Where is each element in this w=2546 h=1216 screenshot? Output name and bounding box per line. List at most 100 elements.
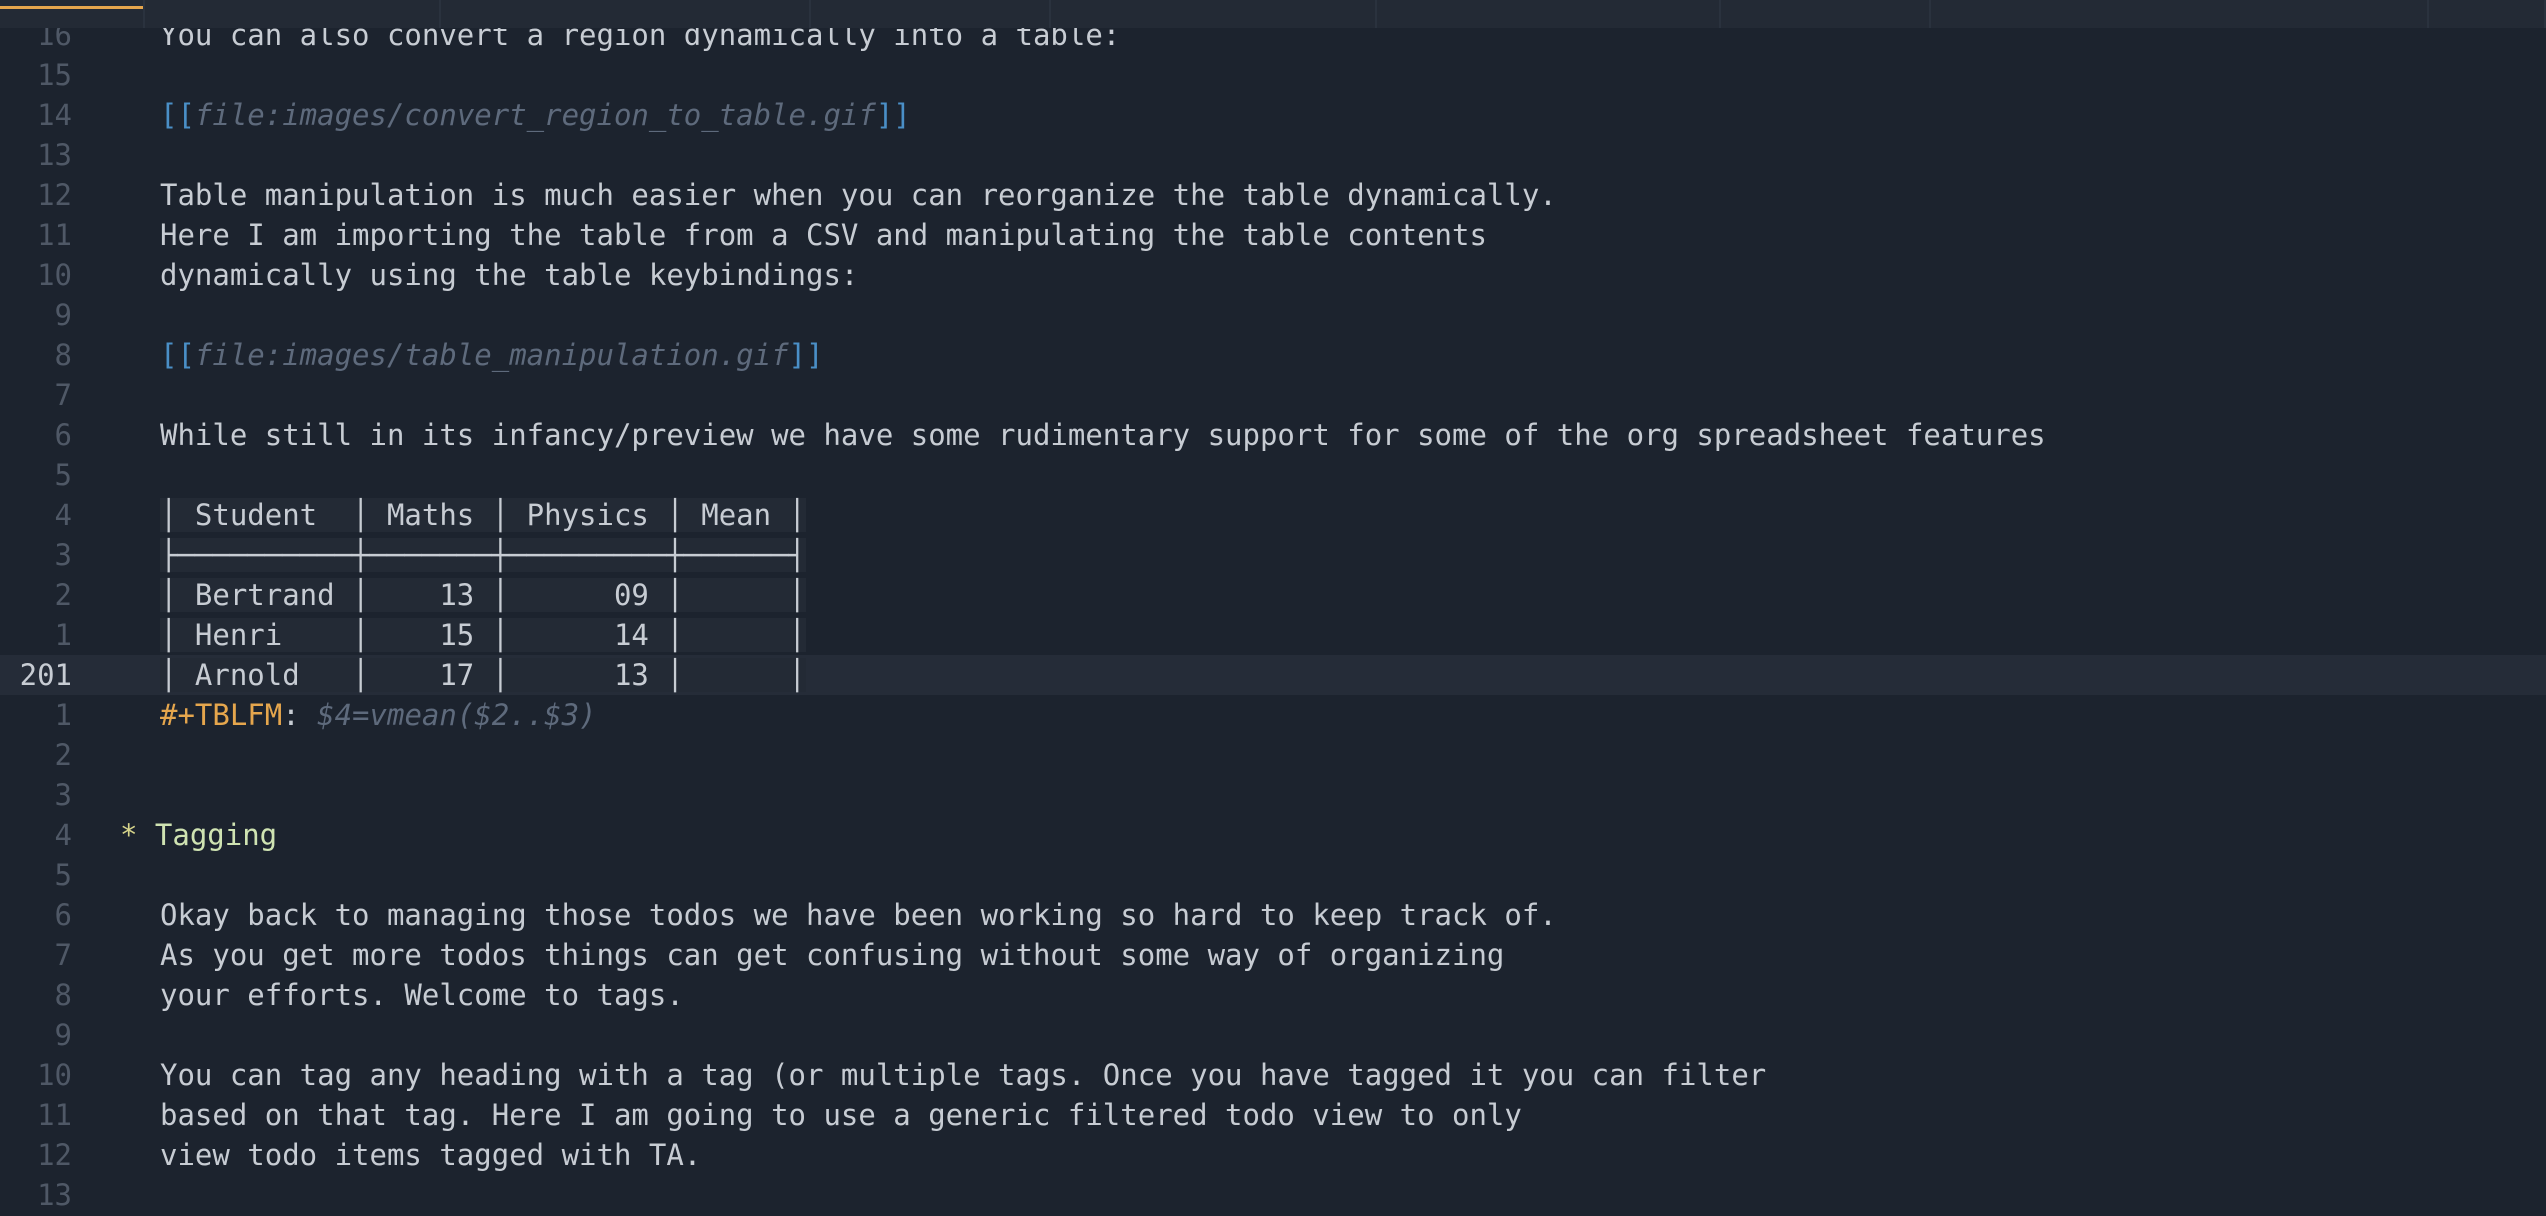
tab-2[interactable] <box>441 0 811 28</box>
editor-line[interactable]: 7 As you get more todos things can get co… <box>0 935 2546 975</box>
link-bracket-close: ]] <box>875 98 911 132</box>
tab-0[interactable] <box>0 0 145 28</box>
line-number: 11 <box>37 218 72 252</box>
line-number: 16 <box>37 28 72 52</box>
line-number: 4 <box>54 818 72 852</box>
editor-line[interactable]: 12 view todo items tagged with TA. <box>0 1135 2546 1175</box>
editor-line[interactable]: 5 <box>0 455 2546 495</box>
link-bracket-open: [[ <box>160 338 195 372</box>
line-number: 2 <box>54 578 72 612</box>
line-content: │ Henri │ 15 │ 14 │ │ <box>160 615 807 655</box>
line-content: #+TBLFM: $4=vmean($2..$3) <box>160 695 597 735</box>
editor-line[interactable]: 3 ├──────────┼───────┼─────────┼──────┤ <box>0 535 2546 575</box>
heading-star: * <box>120 818 155 852</box>
editor-line[interactable]: 2 │ Bertrand │ 13 │ 09 │ │ <box>0 575 2546 615</box>
text-lines: 16 You can also convert a region dynamica… <box>0 28 2546 1215</box>
link-path: file:images/convert_region_to_table.gif <box>194 98 876 132</box>
line-number: 6 <box>54 898 72 932</box>
line-number: 6 <box>54 418 72 452</box>
editor-line[interactable]: 4 * Tagging <box>0 815 2546 855</box>
line-number: 3 <box>54 538 72 572</box>
line-content: your efforts. Welcome to tags. <box>160 975 684 1015</box>
line-number: 5 <box>54 858 72 892</box>
editor-line[interactable]: 16 You can also convert a region dynamica… <box>0 28 2546 55</box>
tblfm-colon: : <box>282 698 318 732</box>
tab-3[interactable] <box>811 0 1051 28</box>
editor-line[interactable]: 10 dynamically using the table keybinding… <box>0 255 2546 295</box>
line-content: based on that tag. Here I am going to us… <box>160 1095 1522 1135</box>
line-number: 8 <box>54 978 72 1012</box>
line-number: 7 <box>54 378 72 412</box>
link-bracket-open: [[ <box>160 98 195 132</box>
editor-line[interactable]: 11 based on that tag. Here I am going to … <box>0 1095 2546 1135</box>
line-text: As you get more todos things can get con… <box>160 938 1505 972</box>
table-row: │ Henri │ 15 │ 14 │ │ <box>160 618 807 652</box>
line-number: 3 <box>54 778 72 812</box>
line-content: │ Student │ Maths │ Physics │ Mean │ <box>160 495 807 535</box>
editor-pane[interactable]: 16 You can also convert a region dynamica… <box>0 28 2546 1216</box>
line-text: Here I am importing the table from a CSV… <box>160 218 1487 252</box>
line-text: Okay back to managing those todos we hav… <box>160 898 1557 932</box>
editor-line[interactable]: 12 Table manipulation is much easier when… <box>0 175 2546 215</box>
line-content: * Tagging <box>120 815 277 855</box>
editor-line[interactable]: 6 Okay back to managing those todos we ha… <box>0 895 2546 935</box>
line-content: Table manipulation is much easier when y… <box>160 175 1557 215</box>
editor-line[interactable]: 5 <box>0 855 2546 895</box>
line-text: Table manipulation is much easier when y… <box>160 178 1557 212</box>
table-row: ├──────────┼───────┼─────────┼──────┤ <box>160 538 807 572</box>
line-content: While still in its infancy/preview we ha… <box>160 415 2046 455</box>
line-number: 201 <box>19 658 72 692</box>
editor-line[interactable]: 15 <box>0 55 2546 95</box>
line-number: 2 <box>54 738 72 772</box>
line-content: │ Bertrand │ 13 │ 09 │ │ <box>160 575 807 615</box>
tab-8[interactable] <box>2429 0 2546 28</box>
editor-line[interactable]: 6 While still in its infancy/preview we h… <box>0 415 2546 455</box>
line-text: your efforts. Welcome to tags. <box>160 978 684 1012</box>
line-content: ├──────────┼───────┼─────────┼──────┤ <box>160 535 807 575</box>
line-number: 13 <box>37 1178 72 1212</box>
editor-line[interactable]: 11 Here I am importing the table from a C… <box>0 215 2546 255</box>
tab-4[interactable] <box>1051 0 1377 28</box>
tab-6[interactable] <box>1721 0 1931 28</box>
tblfm-formula: $4=vmean($2..$3) <box>317 698 597 732</box>
tab-7[interactable] <box>1931 0 2429 28</box>
editor-line[interactable]: 10 You can tag any heading with a tag (or… <box>0 1055 2546 1095</box>
line-text: dynamically using the table keybindings: <box>160 258 859 292</box>
link-bracket-close: ]] <box>788 338 824 372</box>
line-text: You can tag any heading with a tag (or m… <box>160 1058 1767 1092</box>
table-row: │ Student │ Maths │ Physics │ Mean │ <box>160 498 807 532</box>
line-number: 4 <box>54 498 72 532</box>
line-number: 9 <box>54 1018 72 1052</box>
editor-line[interactable]: 14 [[file:images/convert_region_to_table.… <box>0 95 2546 135</box>
editor-line[interactable]: 2 <box>0 735 2546 775</box>
line-number: 14 <box>37 98 72 132</box>
line-content: As you get more todos things can get con… <box>160 935 1504 975</box>
tab-5[interactable] <box>1377 0 1721 28</box>
line-content: Here I am importing the table from a CSV… <box>160 215 1487 255</box>
editor-line[interactable]: 13 <box>0 1175 2546 1215</box>
line-content: [[file:images/table_manipulation.gif]] <box>160 335 823 375</box>
line-content: You can tag any heading with a tag (or m… <box>160 1055 1766 1095</box>
editor-line[interactable]: 8 your efforts. Welcome to tags. <box>0 975 2546 1015</box>
editor-line[interactable]: 9 <box>0 295 2546 335</box>
line-content: [[file:images/convert_region_to_table.gi… <box>160 95 911 135</box>
line-number: 5 <box>54 458 72 492</box>
line-number: 8 <box>54 338 72 372</box>
editor-line[interactable]: 1 #+TBLFM: $4=vmean($2..$3) <box>0 695 2546 735</box>
line-content: view todo items tagged with TA. <box>160 1135 701 1175</box>
editor-line[interactable]: 9 <box>0 1015 2546 1055</box>
line-number: 15 <box>37 58 72 92</box>
editor-line[interactable]: 4 │ Student │ Maths │ Physics │ Mean │ <box>0 495 2546 535</box>
line-text: based on that tag. Here I am going to us… <box>160 1098 1522 1132</box>
line-number: 9 <box>54 298 72 332</box>
tab-1[interactable] <box>145 0 441 28</box>
editor-line[interactable]: 3 <box>0 775 2546 815</box>
editor-line[interactable]: 8 [[file:images/table_manipulation.gif]] <box>0 335 2546 375</box>
editor-line[interactable]: 1 │ Henri │ 15 │ 14 │ │ <box>0 615 2546 655</box>
editor-line[interactable]: 13 <box>0 135 2546 175</box>
editor-line[interactable]: 7 <box>0 375 2546 415</box>
line-text: view todo items tagged with TA. <box>160 1138 702 1172</box>
editor-line[interactable]: 201 │ Arnold │ 17 │ 13 │ │ <box>0 655 2546 695</box>
line-number: 12 <box>37 1138 72 1172</box>
tblfm-keyword: #+TBLFM <box>160 698 283 732</box>
